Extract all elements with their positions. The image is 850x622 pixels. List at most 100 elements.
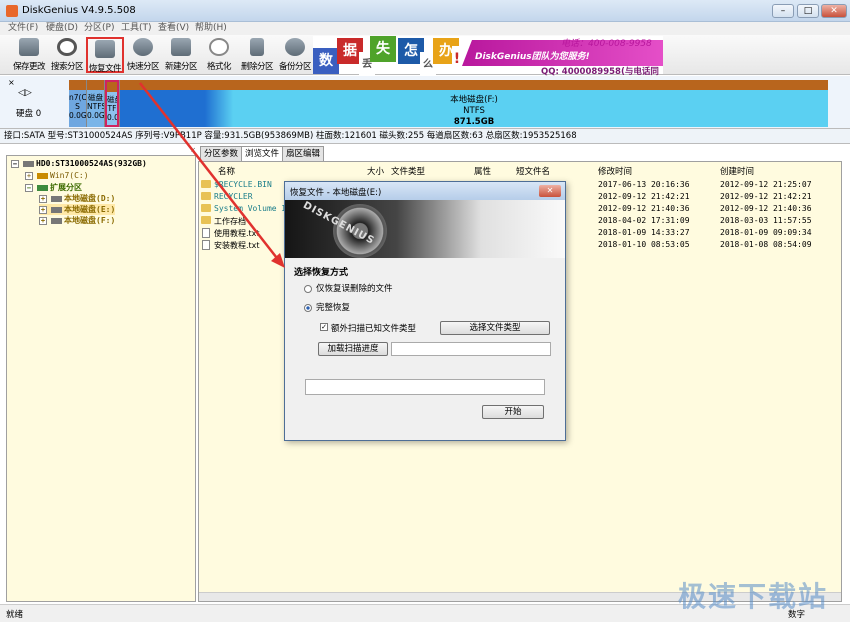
file-created: 2012-09-12 21:42:21 xyxy=(720,192,812,201)
select-file-types-button[interactable]: 选择文件类型 xyxy=(440,321,550,335)
banner-char: ! xyxy=(452,46,462,72)
radio-label: 完整恢复 xyxy=(316,303,351,313)
format-button[interactable]: 格式化 xyxy=(200,37,238,73)
save-changes-button[interactable]: 保存更改 xyxy=(10,37,48,73)
tree-toggle[interactable]: + xyxy=(39,205,47,214)
tree-node-e[interactable]: + 本地磁盘(E:) xyxy=(39,204,116,215)
new-partition-button[interactable]: 新建分区 xyxy=(162,37,200,73)
menu-file[interactable]: 文件(F) xyxy=(8,22,38,35)
minimize-button[interactable]: – xyxy=(772,4,794,18)
tree-toggle[interactable]: + xyxy=(39,194,47,203)
file-created: 2018-01-08 08:54:09 xyxy=(720,240,812,249)
tree-node-d[interactable]: + 本地磁盘(D:) xyxy=(39,193,115,204)
disk-map: × ◁▷ 硬盘 0 n7(C:) S 0.0G 磁盘 NTFS 0.0G 磁盘 … xyxy=(0,76,850,129)
scan-progress-path-field[interactable] xyxy=(391,342,551,356)
tree-toggle[interactable]: + xyxy=(25,171,33,180)
menu-tools[interactable]: 工具(T) xyxy=(121,22,152,35)
collapse-icon[interactable]: × xyxy=(8,78,15,87)
backup-partition-button[interactable]: 备份分区 xyxy=(276,37,314,73)
file-modified: 2017-06-13 20:16:36 xyxy=(598,180,690,189)
tree-toggle[interactable]: + xyxy=(39,216,47,225)
file-created: 2018-03-03 11:57:55 xyxy=(720,216,812,225)
tree-label: HD0:ST31000524AS(932GB) xyxy=(36,159,147,168)
file-name: $RECYCLE.BIN xyxy=(214,180,272,189)
partition-segment-d[interactable]: 磁盘 NTFS 0.0G xyxy=(87,80,104,127)
tab-sector-editor[interactable]: 扇区编辑 xyxy=(282,146,325,161)
backup-icon xyxy=(285,38,305,56)
quick-partition-button[interactable]: 快速分区 xyxy=(124,37,162,73)
maximize-button[interactable]: □ xyxy=(797,4,819,18)
banner-char: 失 xyxy=(370,36,396,62)
partition-segment-e[interactable]: 磁盘 TF 0.0G xyxy=(105,80,119,127)
tree-node-disk[interactable]: − HD0:ST31000524AS(932GB) xyxy=(11,159,147,168)
menu-disk[interactable]: 硬盘(D) xyxy=(46,22,78,35)
tree-node-extended[interactable]: − 扩展分区 xyxy=(25,182,82,193)
scan-known-types-checkbox[interactable]: ✓ xyxy=(320,323,328,331)
tree-toggle[interactable]: − xyxy=(11,159,19,168)
disk-tree: − HD0:ST31000524AS(932GB) + Win7(C:) − 扩展分区… xyxy=(6,155,196,602)
col-modified[interactable]: 修改时间 xyxy=(598,165,632,177)
col-short-name[interactable]: 短文件名 xyxy=(516,165,550,177)
file-created: 2012-09-12 21:25:07 xyxy=(720,180,812,189)
tab-partition-params[interactable]: 分区参数 xyxy=(200,146,243,161)
disk-nav-arrows[interactable]: ◁▷ xyxy=(18,88,32,98)
tree-toggle[interactable]: − xyxy=(25,183,33,192)
partition-icon xyxy=(51,206,62,213)
menu-partition[interactable]: 分区(P) xyxy=(84,22,114,35)
save-icon xyxy=(19,38,39,56)
dialog-title: 恢复文件 - 本地磁盘(E:) xyxy=(290,188,382,198)
new-partition-icon xyxy=(171,38,191,56)
partition-segment-c[interactable]: n7(C:) S 0.0G xyxy=(69,80,86,127)
extended-partition-icon xyxy=(37,184,48,191)
text-file-icon xyxy=(202,240,210,250)
partition-f-fs: NTFS xyxy=(463,106,485,116)
format-icon xyxy=(209,38,229,56)
tree-label: 本地磁盘(D:) xyxy=(64,194,116,203)
file-modified: 2012-09-12 21:40:36 xyxy=(598,204,690,213)
col-name[interactable]: 名称 xyxy=(218,165,235,177)
search-partition-button[interactable]: 搜索分区 xyxy=(48,37,86,73)
recover-files-button[interactable]: 恢复文件 xyxy=(86,37,124,74)
menu-help[interactable]: 帮助(H) xyxy=(195,22,227,35)
promo-banner[interactable]: 数 据 丢 失 怎 么 办 ! DiskGenius团队为您服务! 电话：400… xyxy=(313,36,663,89)
tab-browse-files[interactable]: 浏览文件 xyxy=(241,146,284,162)
disk-info-bar: 接口:SATA 型号:ST31000524AS 序列号:V9PB11P 容量:9… xyxy=(0,129,850,144)
tree-label: 本地磁盘(E:) xyxy=(64,205,116,214)
tree-node-c[interactable]: + Win7(C:) xyxy=(25,171,89,180)
app-icon xyxy=(6,5,18,17)
col-created[interactable]: 创建时间 xyxy=(720,165,754,177)
col-type[interactable]: 文件类型 xyxy=(391,165,425,177)
banner-team: DiskGenius团队为您服务! xyxy=(475,52,590,62)
file-name: 安装教程.txt xyxy=(214,241,260,250)
watermark: 极速下载站 xyxy=(678,580,829,613)
col-size[interactable]: 大小 xyxy=(367,165,384,177)
disk-icon xyxy=(23,160,34,167)
close-button[interactable]: ✕ xyxy=(821,4,847,18)
status-text: 就绪 xyxy=(6,610,24,620)
partition-icon xyxy=(51,217,62,224)
file-created: 2012-09-12 21:40:36 xyxy=(720,204,812,213)
file-name: 工作存档 xyxy=(214,217,246,226)
col-attributes[interactable]: 属性 xyxy=(474,165,491,177)
radio-deleted-only[interactable]: 仅恢复误删除的文件 xyxy=(304,282,393,294)
dialog-title-bar[interactable]: 恢复文件 - 本地磁盘(E:) ✕ xyxy=(285,182,565,200)
trash-icon xyxy=(250,38,264,56)
partition-bar: n7(C:) S 0.0G 磁盘 NTFS 0.0G 磁盘 TF 0.0G 本地… xyxy=(69,80,828,127)
file-modified: 2018-04-02 17:31:09 xyxy=(598,216,690,225)
file-modified: 2012-09-12 21:42:21 xyxy=(598,192,690,201)
tree-node-f[interactable]: + 本地磁盘(F:) xyxy=(39,215,115,226)
radio-selected-icon xyxy=(304,303,312,312)
dialog-close-button[interactable]: ✕ xyxy=(539,185,561,197)
start-button[interactable]: 开始 xyxy=(482,405,544,419)
partition-icon xyxy=(51,195,62,202)
file-name: RECYCLER xyxy=(214,192,253,201)
window-title: DiskGenius V4.9.5.508 xyxy=(22,5,136,16)
load-scan-progress-button[interactable]: 加载扫描进度 xyxy=(318,342,388,356)
delete-partition-button[interactable]: 删除分区 xyxy=(238,37,276,73)
menu-view[interactable]: 查看(V) xyxy=(158,22,189,35)
dialog-banner: DISKGENIUS xyxy=(285,200,565,258)
recover-mode-heading: 选择恢复方式 xyxy=(294,268,349,278)
pane-close-icon[interactable]: × xyxy=(6,146,196,155)
partition-segment-f[interactable]: 本地磁盘(F:) NTFS 871.5GB xyxy=(120,80,828,127)
radio-full-recovery[interactable]: 完整恢复 xyxy=(304,301,350,313)
